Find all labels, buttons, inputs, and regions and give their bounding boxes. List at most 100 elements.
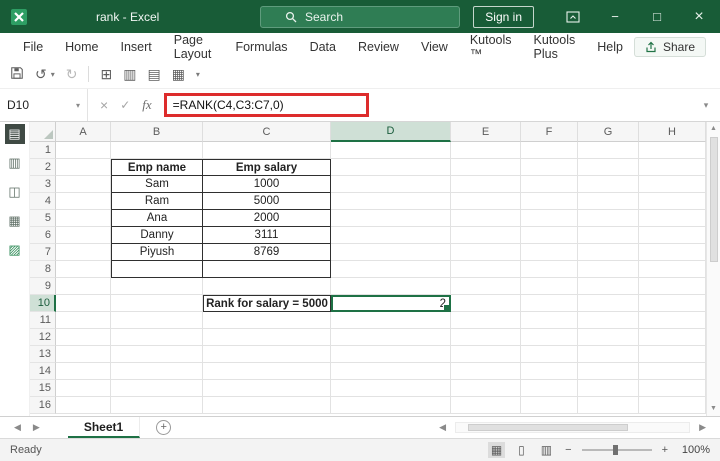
row-header-1[interactable]: 1 — [30, 142, 56, 159]
cell-H11[interactable] — [639, 312, 706, 329]
cell-H14[interactable] — [639, 363, 706, 380]
cell-A12[interactable] — [56, 329, 111, 346]
zoom-level[interactable]: 100% — [678, 444, 710, 456]
cell-D8[interactable] — [331, 261, 451, 278]
cell-B7[interactable]: Piyush — [111, 244, 203, 261]
cell-D16[interactable] — [331, 397, 451, 414]
cell-H9[interactable] — [639, 278, 706, 295]
row-header-15[interactable]: 15 — [30, 380, 56, 397]
new-sheet-button[interactable]: + — [156, 420, 172, 435]
cell-D2[interactable] — [331, 159, 451, 176]
cell-C7[interactable]: 8769 — [203, 244, 331, 261]
cell-B6[interactable]: Danny — [111, 227, 203, 244]
column-header-H[interactable]: H — [639, 122, 706, 142]
cell-E11[interactable] — [451, 312, 521, 329]
select-all-corner[interactable] — [30, 122, 56, 142]
cell-C15[interactable] — [203, 380, 331, 397]
cell-H6[interactable] — [639, 227, 706, 244]
share-button[interactable]: Share — [633, 36, 706, 57]
ribbon-tab-review[interactable]: Review — [347, 33, 410, 60]
cell-G11[interactable] — [578, 312, 639, 329]
pane-toggle-button[interactable]: ▤ — [4, 124, 25, 144]
vertical-scrollbar[interactable]: ▲ ▼ — [706, 122, 720, 416]
row-header-7[interactable]: 7 — [30, 244, 56, 261]
cell-G12[interactable] — [578, 329, 639, 346]
view-page-layout-button[interactable]: ▯ — [515, 442, 528, 458]
cell-F16[interactable] — [521, 397, 578, 414]
ribbon-tab-view[interactable]: View — [410, 33, 459, 60]
cell-A3[interactable] — [56, 176, 111, 193]
row-header-11[interactable]: 11 — [30, 312, 56, 329]
cell-F12[interactable] — [521, 329, 578, 346]
cell-F11[interactable] — [521, 312, 578, 329]
cell-G1[interactable] — [578, 142, 639, 159]
ribbon-tab-kutools-plus[interactable]: Kutools Plus — [523, 33, 587, 61]
qat-custom-button-4[interactable]: ▦ — [172, 67, 185, 81]
customize-qat-icon[interactable]: ▾ — [196, 70, 200, 79]
ribbon-tab-data[interactable]: Data — [299, 33, 347, 60]
cell-E1[interactable] — [451, 142, 521, 159]
cell-E14[interactable] — [451, 363, 521, 380]
cell-A1[interactable] — [56, 142, 111, 159]
cell-A8[interactable] — [56, 261, 111, 278]
cell-B10[interactable] — [111, 295, 203, 312]
cell-G15[interactable] — [578, 380, 639, 397]
cell-B2[interactable]: Emp name — [111, 159, 203, 176]
cell-B15[interactable] — [111, 380, 203, 397]
save-button[interactable] — [10, 66, 24, 83]
insert-function-icon[interactable]: fx — [142, 97, 151, 113]
cell-D12[interactable] — [331, 329, 451, 346]
ribbon-tab-kutools[interactable]: Kutools ™ — [459, 33, 523, 61]
cell-G8[interactable] — [578, 261, 639, 278]
cell-E6[interactable] — [451, 227, 521, 244]
cell-F5[interactable] — [521, 210, 578, 227]
tab-scroll-left-icon[interactable]: ◀ — [8, 422, 27, 433]
cell-E4[interactable] — [451, 193, 521, 210]
zoom-in-button[interactable]: + — [662, 444, 668, 456]
scroll-up-icon[interactable]: ▲ — [710, 124, 717, 134]
cell-G9[interactable] — [578, 278, 639, 295]
column-header-B[interactable]: B — [111, 122, 203, 142]
row-header-14[interactable]: 14 — [30, 363, 56, 380]
row-header-3[interactable]: 3 — [30, 176, 56, 193]
cell-H2[interactable] — [639, 159, 706, 176]
view-page-break-button[interactable]: ▥ — [538, 442, 555, 458]
zoom-slider[interactable] — [581, 445, 652, 455]
cell-B13[interactable] — [111, 346, 203, 363]
cell-E2[interactable] — [451, 159, 521, 176]
cell-D14[interactable] — [331, 363, 451, 380]
zoom-slider-thumb[interactable] — [612, 445, 618, 455]
cell-G6[interactable] — [578, 227, 639, 244]
cell-G10[interactable] — [578, 295, 639, 312]
pane-button-1[interactable]: ▥ — [5, 153, 25, 173]
pane-button-3[interactable]: ▦ — [5, 211, 25, 231]
cell-C16[interactable] — [203, 397, 331, 414]
cell-F13[interactable] — [521, 346, 578, 363]
cell-E3[interactable] — [451, 176, 521, 193]
sheet-tab-sheet1[interactable]: Sheet1 — [67, 417, 141, 438]
cell-H7[interactable] — [639, 244, 706, 261]
zoom-out-button[interactable]: − — [565, 444, 571, 456]
column-header-D[interactable]: D — [331, 122, 451, 142]
cell-B4[interactable]: Ram — [111, 193, 203, 210]
row-header-12[interactable]: 12 — [30, 329, 56, 346]
cell-F3[interactable] — [521, 176, 578, 193]
minimize-button[interactable]: − — [594, 0, 636, 33]
cell-G2[interactable] — [578, 159, 639, 176]
cell-B16[interactable] — [111, 397, 203, 414]
cell-D13[interactable] — [331, 346, 451, 363]
cell-G3[interactable] — [578, 176, 639, 193]
confirm-icon[interactable]: ✓ — [120, 98, 130, 112]
cell-E13[interactable] — [451, 346, 521, 363]
row-header-2[interactable]: 2 — [30, 159, 56, 176]
cell-A2[interactable] — [56, 159, 111, 176]
cell-E8[interactable] — [451, 261, 521, 278]
cell-C6[interactable]: 3111 — [203, 227, 331, 244]
ribbon-tab-formulas[interactable]: Formulas — [224, 33, 298, 60]
qat-custom-button-1[interactable]: ⊞ — [100, 67, 112, 81]
tab-scroll-right-icon[interactable]: ▶ — [27, 422, 46, 433]
cell-A11[interactable] — [56, 312, 111, 329]
cell-A16[interactable] — [56, 397, 111, 414]
column-header-F[interactable]: F — [521, 122, 578, 142]
row-header-9[interactable]: 9 — [30, 278, 56, 295]
